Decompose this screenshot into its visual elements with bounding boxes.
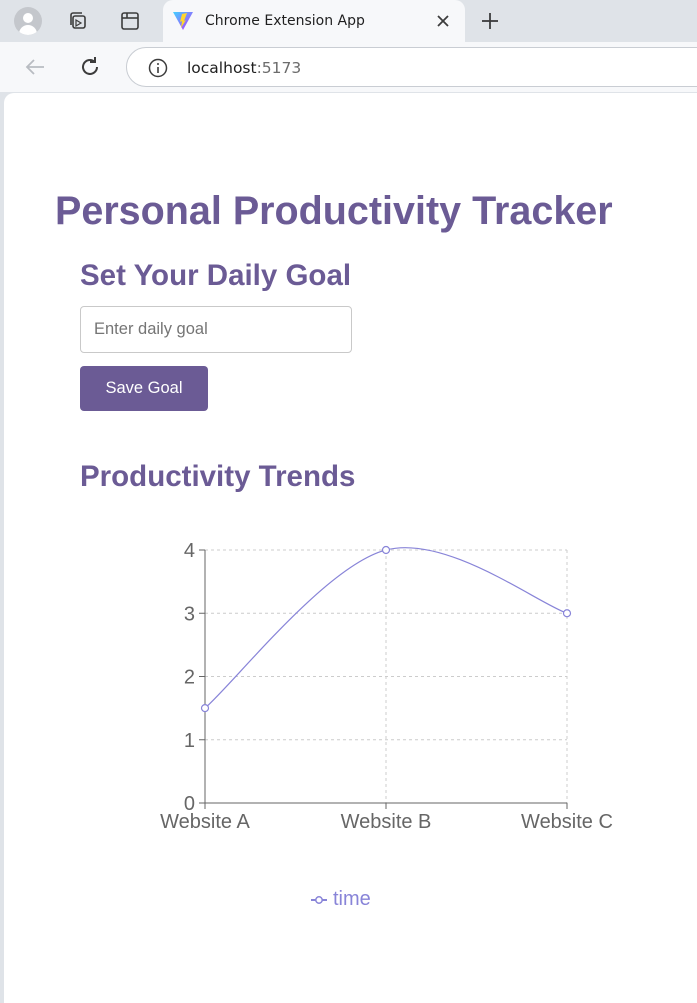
url-port: :5173 (256, 59, 302, 77)
productivity-trends-chart: 01234Website A Website B Website C (160, 540, 613, 833)
url-host: localhost (187, 59, 257, 77)
site-info-icon[interactable] (148, 58, 168, 83)
data-point (200, 704, 210, 713)
tab-chrome-extension-app[interactable]: Chrome Extension App (163, 0, 465, 42)
chart-legend: time (310, 888, 371, 911)
x-tick-label: Website C (521, 811, 613, 833)
data-point (562, 609, 572, 618)
chart-grid (205, 549, 568, 803)
browser-tabstrip: Chrome Extension App (0, 0, 697, 42)
tab-title: Chrome Extension App (205, 13, 365, 29)
vite-logo-icon (172, 11, 194, 36)
y-tick-label: 4 (184, 540, 195, 562)
legend-label: time (333, 888, 371, 910)
reload-icon[interactable] (76, 53, 104, 81)
close-tab-icon[interactable] (433, 11, 453, 31)
x-tick-label: Website B (341, 811, 432, 833)
y-tick-label: 1 (184, 730, 195, 752)
page-content: Personal Productivity Tracker Set Your D… (4, 93, 697, 1003)
back-arrow-icon[interactable] (21, 53, 49, 81)
legend-marker-icon (311, 895, 327, 904)
url-text: localhost:5173 (187, 59, 301, 77)
new-tab-icon[interactable] (475, 6, 505, 36)
tab-search-icon[interactable] (115, 6, 145, 36)
chart-ticks: 01234Website A Website B Website C (160, 540, 613, 833)
y-tick-label: 2 (184, 667, 195, 689)
data-point (381, 545, 391, 555)
address-bar[interactable]: localhost:5173 (126, 47, 697, 87)
tab-groups-icon[interactable] (63, 6, 93, 36)
browser-toolbar: localhost:5173 (0, 42, 697, 92)
y-tick-label: 3 (184, 603, 195, 625)
profile-icon[interactable] (13, 6, 43, 36)
x-tick-label: Website A (160, 811, 250, 833)
